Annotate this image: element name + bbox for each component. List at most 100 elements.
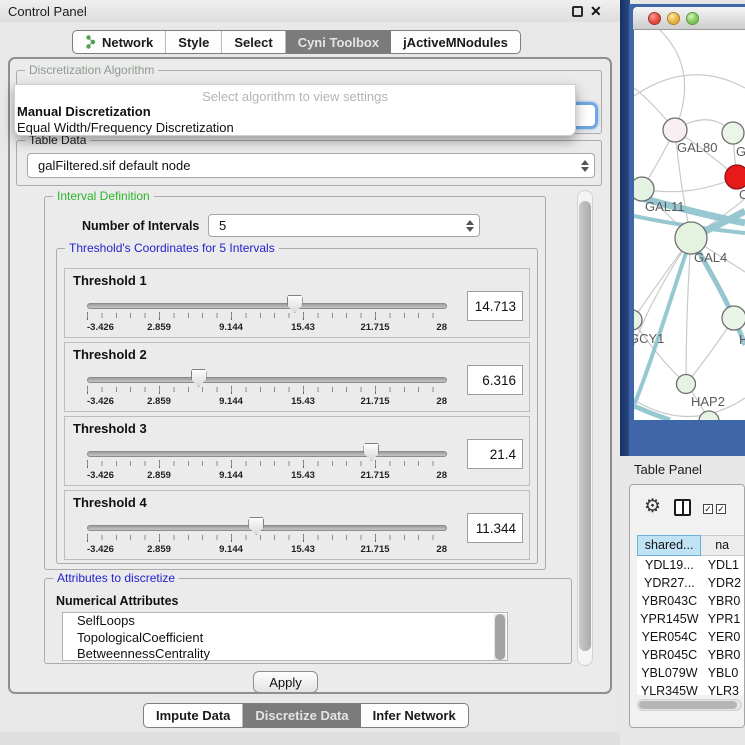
network-graph: GAL80 G C GAL11 GAL4 GCY1 H HAP2 <box>634 30 745 420</box>
dropdown-item-manual-discretization[interactable]: Manual Discretization <box>17 104 151 119</box>
zoom-traffic-light-icon[interactable] <box>686 12 699 25</box>
tab-network[interactable]: Network <box>73 31 166 53</box>
slider-thumb[interactable] <box>248 517 264 535</box>
threshold-4-value-field[interactable] <box>467 513 523 543</box>
table-row[interactable]: YDR27...YDR2 <box>637 574 745 592</box>
attributes-list-scrollbar[interactable] <box>494 614 506 660</box>
node-table[interactable]: shared... na YDL19...YDL1 YDR27...YDR2 Y… <box>637 535 745 695</box>
threshold-4-label: Threshold 4 <box>73 495 147 510</box>
table-row[interactable]: YDL19...YDL1 <box>637 556 745 574</box>
tab-cyni-toolbox-label: Cyni Toolbox <box>298 35 379 50</box>
threshold-1-slider[interactable]: -3.4262.8599.14415.4321.71528 <box>87 295 447 337</box>
table-data-combobox[interactable]: galFiltered.sif default node <box>27 153 595 178</box>
settings-scrollbar[interactable] <box>577 190 593 666</box>
cell: YPR1 <box>702 610 745 628</box>
node-gal80[interactable] <box>663 118 687 142</box>
list-item-betweennesscentrality[interactable]: BetweennessCentrality <box>63 646 507 661</box>
checkbox-icon[interactable]: ✓ <box>716 504 726 514</box>
close-traffic-light-icon[interactable] <box>648 12 661 25</box>
list-item-selfloops[interactable]: SelfLoops <box>63 613 507 630</box>
tab-cyni-toolbox[interactable]: Cyni Toolbox <box>286 31 391 53</box>
tab-jactivemnodules-label: jActiveMNodules <box>403 35 508 50</box>
combo-spinner-icon <box>581 160 589 172</box>
list-item-topologicalcoefficient[interactable]: TopologicalCoefficient <box>63 630 507 647</box>
combo-spinner-icon <box>466 220 474 232</box>
close-icon[interactable]: ✕ <box>590 3 602 20</box>
table-panel-title: Table Panel <box>634 462 702 477</box>
dropdown-item-equal-width-frequency[interactable]: Equal Width/Frequency Discretization <box>17 120 234 135</box>
tab-select-label: Select <box>234 35 272 50</box>
column-header-shared-name[interactable]: shared... <box>637 535 701 556</box>
cell: YDL19... <box>637 556 702 574</box>
cell: YBL0 <box>702 664 745 682</box>
control-panel-title: Control Panel <box>8 4 87 19</box>
node-label-hap2: HAP2 <box>691 394 725 409</box>
threshold-2-value-field[interactable] <box>467 365 523 395</box>
network-window-titlebar[interactable] <box>633 7 745 30</box>
table-row[interactable]: YLR345WYLR3 <box>637 682 745 695</box>
slider-thumb[interactable] <box>363 443 379 461</box>
node-top-right[interactable] <box>722 122 744 144</box>
tick-label: 9.144 <box>219 470 243 481</box>
threshold-3-slider[interactable]: -3.4262.8599.14415.4321.71528 <box>87 443 447 485</box>
tick-label: 21.715 <box>360 544 389 555</box>
checkbox-icon[interactable]: ✓ <box>703 504 713 514</box>
node-right-mid[interactable] <box>722 306 745 330</box>
threshold-2-row: Threshold 2 -3.4262.8599.14415.4321.7152… <box>64 342 530 412</box>
slider-track[interactable] <box>87 303 447 309</box>
slider-thumb[interactable] <box>191 369 207 387</box>
tick-label: -3.426 <box>87 470 114 481</box>
network-tab-icon <box>85 35 97 49</box>
tab-style[interactable]: Style <box>166 31 222 53</box>
table-horizontal-scrollbar-thumb[interactable] <box>639 701 737 709</box>
threshold-2-slider[interactable]: -3.4262.8599.14415.4321.71528 <box>87 369 447 411</box>
threshold-4-slider[interactable]: -3.4262.8599.14415.4321.71528 <box>87 517 447 559</box>
cell: YLR345W <box>637 682 702 695</box>
slider-track[interactable] <box>87 525 447 531</box>
column-header-name[interactable]: na <box>701 535 745 556</box>
network-canvas[interactable]: GAL80 G C GAL11 GAL4 GCY1 H HAP2 <box>634 30 745 420</box>
node-gal11[interactable] <box>634 177 654 201</box>
minimize-traffic-light-icon[interactable] <box>667 12 680 25</box>
gear-icon[interactable]: ⚙ <box>644 495 661 518</box>
slider-track[interactable] <box>87 377 447 383</box>
table-row[interactable]: YBR043CYBR0 <box>637 592 745 610</box>
application-window: Control Panel ✕ Network Style Select Cyn… <box>0 0 745 745</box>
threshold-1-value-field[interactable] <box>467 291 523 321</box>
algorithm-placeholder: Select algorithm to view settings <box>15 89 575 104</box>
table-row[interactable]: YBR045CYBR0 <box>637 646 745 664</box>
node-hap2[interactable] <box>677 375 696 394</box>
float-window-icon[interactable] <box>572 6 583 17</box>
tab-select[interactable]: Select <box>222 31 285 53</box>
node-label-clipped-c: C <box>739 187 745 202</box>
tick-label: 2.859 <box>147 396 171 407</box>
thresholds-group-title: Threshold's Coordinates for 5 Intervals <box>65 241 279 255</box>
numerical-attributes-list[interactable]: SelfLoops TopologicalCoefficient Between… <box>62 612 508 661</box>
table-row[interactable]: YER054CYER0 <box>637 628 745 646</box>
table-row[interactable]: YBL079WYBL0 <box>637 664 745 682</box>
tab-discretize-data[interactable]: Discretize Data <box>243 704 360 727</box>
node-label-clipped-g: G <box>736 144 745 159</box>
table-horizontal-scrollbar[interactable] <box>637 699 742 711</box>
tab-jactivemnodules[interactable]: jActiveMNodules <box>391 31 520 53</box>
tab-impute-data[interactable]: Impute Data <box>144 704 243 727</box>
discretization-algorithm-group-title: Discretization Algorithm <box>25 63 158 77</box>
column-layout-icon[interactable] <box>674 499 691 516</box>
attributes-list-scrollbar-thumb[interactable] <box>495 614 505 660</box>
tab-infer-network[interactable]: Infer Network <box>361 704 468 727</box>
threshold-2-label: Threshold 2 <box>73 347 147 362</box>
slider-tick-labels: -3.4262.8599.14415.4321.71528 <box>87 396 447 408</box>
threshold-3-value-field[interactable] <box>467 439 523 469</box>
settings-scrollbar-thumb[interactable] <box>579 201 591 651</box>
cell: YLR3 <box>702 682 745 695</box>
node-red-selected[interactable] <box>725 165 745 189</box>
table-row[interactable]: YPR145WYPR1 <box>637 610 745 628</box>
slider-thumb[interactable] <box>287 295 303 313</box>
slider-track[interactable] <box>87 451 447 457</box>
tick-label: 15.43 <box>291 544 315 555</box>
number-of-intervals-combobox[interactable]: 5 <box>208 214 480 237</box>
threshold-1-label: Threshold 1 <box>73 273 147 288</box>
apply-button[interactable]: Apply <box>253 671 318 693</box>
tick-label: 9.144 <box>219 396 243 407</box>
cell: YBL079W <box>637 664 702 682</box>
